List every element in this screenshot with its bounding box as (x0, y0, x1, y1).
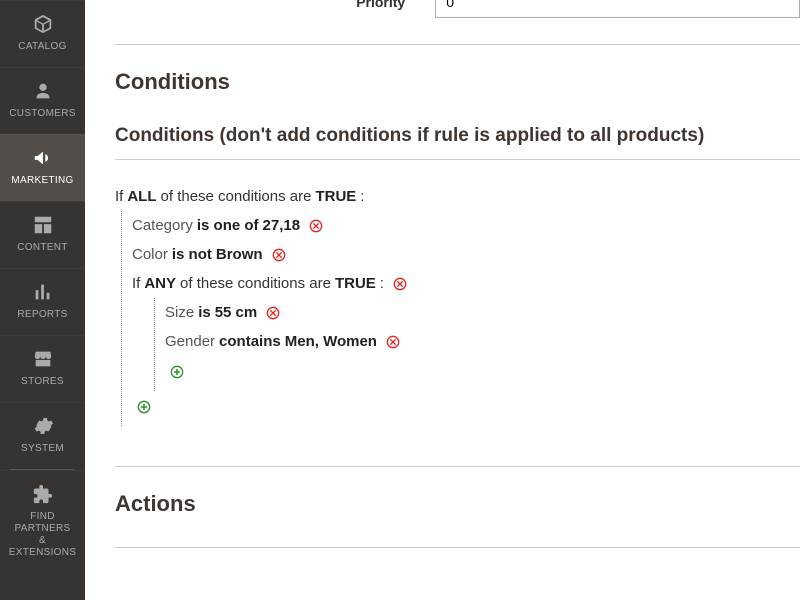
nav-label: MARKETING (11, 175, 73, 187)
add-condition-button[interactable] (136, 399, 152, 415)
remove-condition-button[interactable] (265, 305, 281, 321)
cond-text: of these conditions are (180, 275, 331, 292)
condition-aggregator-nested: If ANY of these conditions are TRUE : (132, 269, 800, 298)
aggregator-selector[interactable]: ANY (144, 275, 176, 292)
attribute-selector[interactable]: Size (165, 304, 194, 321)
cond-text: of these conditions are (161, 188, 312, 205)
nav-label: CATALOG (18, 41, 66, 53)
aggregator-value-selector[interactable]: TRUE (335, 275, 376, 292)
section-divider (115, 44, 800, 45)
attribute-selector[interactable]: Color (132, 246, 168, 263)
subsection-divider (115, 547, 800, 548)
actions-section-title: Actions (115, 491, 800, 517)
aggregator-value-selector[interactable]: TRUE (315, 188, 356, 205)
value-selector[interactable]: 55 cm (215, 304, 258, 321)
operator-selector[interactable]: is (198, 304, 211, 321)
attribute-selector[interactable]: Gender (165, 333, 215, 350)
nav-item-stores[interactable]: STORES (0, 335, 85, 402)
nav-label: CONTENT (17, 242, 67, 254)
remove-condition-button[interactable] (308, 218, 324, 234)
remove-condition-button[interactable] (271, 247, 287, 263)
value-selector[interactable]: 27,18 (263, 217, 301, 234)
value-selector[interactable]: Brown (216, 246, 263, 263)
nav-item-content[interactable]: CONTENT (0, 201, 85, 268)
value-selector[interactable]: Men, Women (285, 333, 377, 350)
nav-item-reports[interactable]: REPORTS (0, 268, 85, 335)
condition-children-nested: Size is 55 cm Gender contains Men, Women (154, 298, 800, 391)
condition-row: Size is 55 cm (165, 298, 800, 327)
remove-condition-button[interactable] (392, 276, 408, 292)
condition-row: Color is not Brown (132, 240, 800, 269)
condition-children: Category is one of 27,18 Color is not Br… (121, 211, 800, 426)
remove-condition-button[interactable] (385, 334, 401, 350)
priority-field-row: Priority (115, 0, 800, 18)
priority-label: Priority (115, 0, 435, 10)
nav-label: SYSTEM (21, 443, 64, 455)
nav-item-customers[interactable]: CUSTOMERS (0, 67, 85, 134)
nav-label: REPORTS (17, 309, 67, 321)
admin-sidebar: CATALOG CUSTOMERS MARKETING CONTENT REPO (0, 0, 85, 600)
gear-icon (32, 415, 54, 437)
add-condition-row (165, 356, 800, 391)
layout-icon (32, 214, 54, 236)
subsection-divider (115, 159, 800, 160)
cond-text: If (132, 275, 140, 292)
add-condition-button[interactable] (169, 364, 185, 380)
conditions-subtitle: Conditions (don't add conditions if rule… (115, 125, 800, 147)
storefront-icon (32, 348, 54, 370)
conditions-section-title: Conditions (115, 69, 800, 95)
condition-row: Gender contains Men, Women (165, 327, 800, 356)
operator-selector[interactable]: is not (172, 246, 212, 263)
cond-text: : (380, 275, 384, 292)
condition-aggregator-root: If ALL of these conditions are TRUE : (115, 182, 800, 211)
operator-selector[interactable]: contains (219, 333, 281, 350)
nav-item-catalog[interactable]: CATALOG (0, 0, 85, 67)
cube-icon (32, 13, 54, 35)
nav-label: STORES (21, 376, 64, 388)
cond-text: : (360, 188, 364, 205)
operator-selector[interactable]: is one of (197, 217, 259, 234)
nav-label: CUSTOMERS (9, 108, 75, 120)
conditions-tree: If ALL of these conditions are TRUE : Ca… (115, 182, 800, 426)
aggregator-selector[interactable]: ALL (127, 188, 156, 205)
megaphone-icon (32, 147, 54, 169)
section-divider (115, 466, 800, 467)
nav-item-marketing[interactable]: MARKETING (0, 134, 85, 201)
add-condition-row (132, 391, 800, 426)
puzzle-icon (32, 483, 54, 505)
person-icon (32, 80, 54, 102)
cond-text: If (115, 188, 123, 205)
attribute-selector[interactable]: Category (132, 217, 193, 234)
app-root: CATALOG CUSTOMERS MARKETING CONTENT REPO (0, 0, 800, 600)
main-content: Priority Conditions Conditions (don't ad… (85, 0, 800, 600)
nav-item-partners[interactable]: FIND PARTNERS & EXTENSIONS (0, 470, 85, 573)
condition-row: Category is one of 27,18 (132, 211, 800, 240)
nav-label: FIND PARTNERS & EXTENSIONS (4, 511, 81, 559)
bar-chart-icon (32, 281, 54, 303)
nav-item-system[interactable]: SYSTEM (0, 402, 85, 469)
priority-input[interactable] (435, 0, 800, 18)
